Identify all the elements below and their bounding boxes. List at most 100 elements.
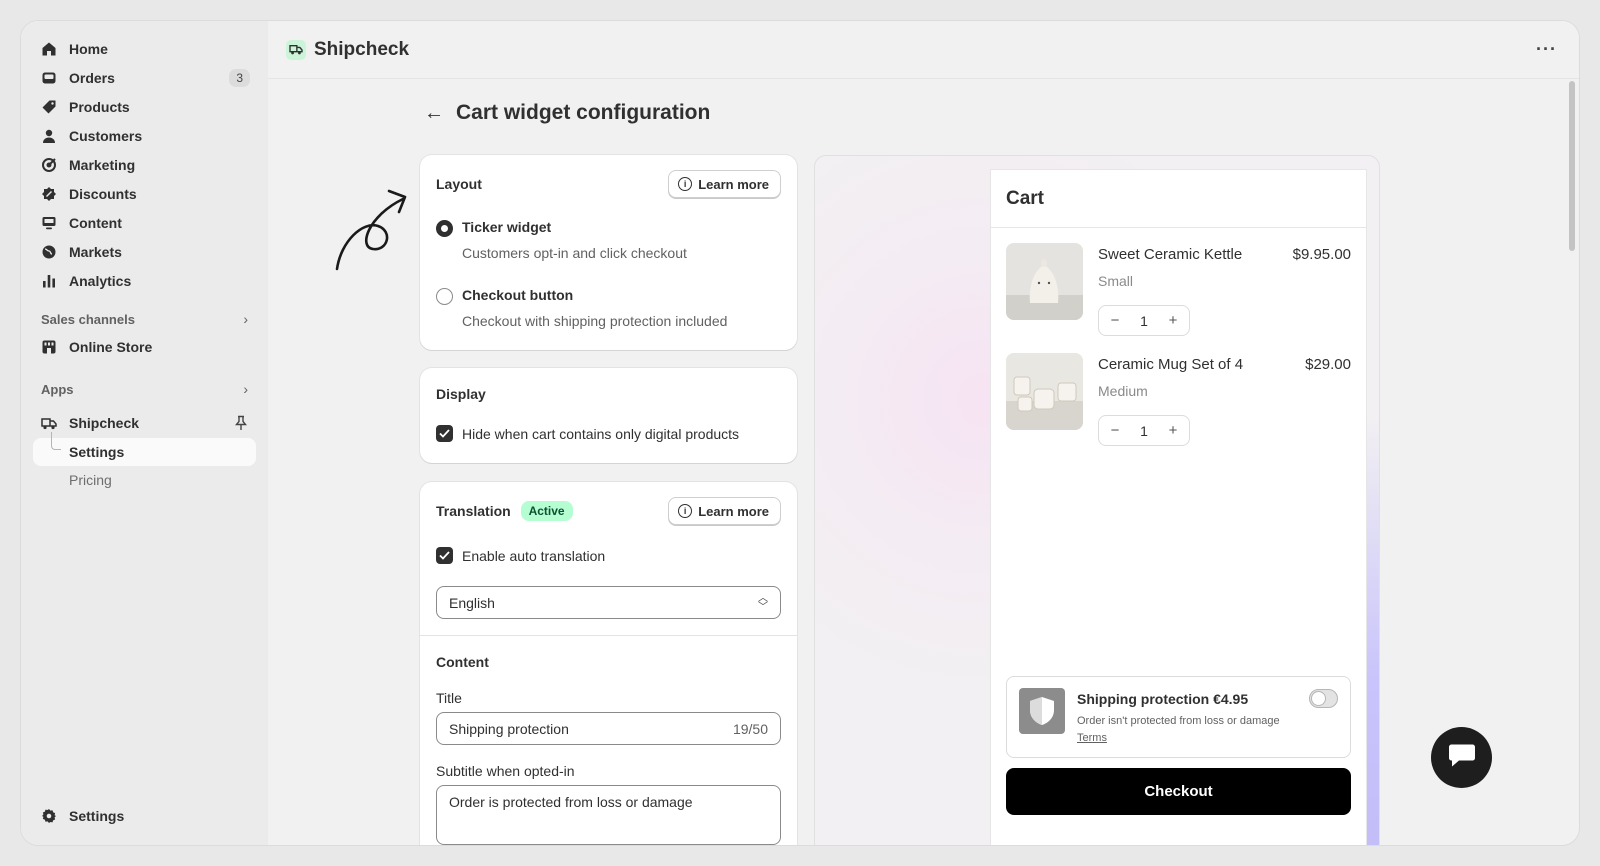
item-price: $29.00 [1305,356,1351,373]
product-image-kettle [1006,243,1083,320]
sales-channels-label: Sales channels [41,311,135,327]
app-title: Shipcheck [314,38,410,60]
checkbox-label: Enable auto translation [462,547,606,564]
item-variant: Medium [1098,383,1148,399]
title-input-value: Shipping protection [449,720,569,737]
home-icon [41,41,57,57]
item-name: Sweet Ceramic Kettle [1098,246,1243,263]
sidebar-item-customers[interactable]: Customers [33,122,256,150]
tree-connector [51,432,61,450]
sidebar-item-label: Discounts [69,186,137,202]
sidebar-item-label: Customers [69,128,143,144]
sidebar-item-settings[interactable]: Settings [33,802,256,830]
scrollbar[interactable] [1569,81,1575,841]
title-field-label: Title [436,690,462,706]
target-icon [41,157,57,173]
cart-title: Cart [991,170,1366,228]
sidebar-item-markets[interactable]: Markets [33,238,256,266]
status-badge: Active [520,501,573,521]
subtitle-textarea[interactable]: Order is protected from loss or damage [436,785,781,845]
apps-label: Apps [41,381,74,397]
checkout-button[interactable]: Checkout [1006,768,1351,815]
plus-icon[interactable]: + [1166,312,1180,329]
truck-icon [41,415,57,431]
sidebar-item-label: Orders [69,70,115,86]
cart-item: Ceramic Mug Set of 4 Medium $29.00 − 1 + [1006,353,1351,446]
truck-icon [286,39,306,60]
cart-item: Sweet Ceramic Kettle Small $9.95.00 − 1 … [1006,243,1351,336]
sales-channels-header[interactable]: Sales channels › [33,305,256,333]
store-icon [41,339,57,355]
checkbox-checked[interactable] [436,547,453,564]
option-description: Customers opt-in and click checkout [462,245,687,261]
protection-toggle[interactable] [1309,689,1338,708]
terms-link[interactable]: Terms [1077,732,1107,744]
title-input[interactable]: Shipping protection 19/50 [436,712,781,745]
chat-icon [1447,743,1477,772]
protection-title: Shipping protection €4.95 [1077,691,1249,707]
auto-translation-checkbox-row[interactable]: Enable auto translation [436,547,605,564]
sidebar-subitem-settings[interactable]: Settings [33,432,256,466]
person-icon [41,128,57,144]
sidebar-subitem-pricing[interactable]: Pricing [33,466,256,494]
select-chevrons-icon: ︿ ﹀ [758,593,768,613]
plus-icon[interactable]: + [1166,422,1180,439]
sidebar-item-content[interactable]: Content [33,209,256,237]
monitor-icon [41,215,57,231]
app-frame: Home Orders 3 Products Customers Marketi… [20,20,1580,846]
translation-card-header: Translation Active [436,501,573,521]
translation-learn-more-button[interactable]: i Learn more [668,497,781,525]
chat-button[interactable] [1431,727,1492,788]
layout-learn-more-button[interactable]: i Learn more [668,170,781,198]
info-icon: i [678,504,693,518]
bar-chart-icon [41,273,57,289]
sidebar-item-home[interactable]: Home [33,35,256,63]
quantity-stepper: − 1 + [1098,415,1190,446]
shield-icon [1019,688,1065,734]
subtitle-textarea-value: Order is protected from loss or damage [449,794,693,810]
layout-option-checkout-button[interactable]: Checkout button Checkout with shipping p… [436,287,727,329]
shipping-protection-widget: Shipping protection €4.95 Order isn't pr… [1006,676,1351,758]
curly-arrow-icon [335,189,407,271]
sidebar-subitem-label: Settings [69,444,125,460]
toggle-knob [1312,692,1325,705]
sidebar-item-marketing[interactable]: Marketing [33,151,256,179]
top-bar: Shipcheck ··· [268,21,1579,79]
sidebar-item-orders[interactable]: Orders 3 [33,64,256,92]
protection-subtitle: Order isn't protected from loss or damag… [1077,715,1280,727]
back-arrow-icon[interactable]: ← [424,102,444,125]
radio-checkout-button[interactable] [436,288,453,305]
sidebar-item-analytics[interactable]: Analytics [33,267,256,295]
layout-option-ticker[interactable]: Ticker widget Customers opt-in and click… [436,219,687,261]
apps-header[interactable]: Apps › [33,375,256,403]
globe-icon [41,244,57,260]
checkbox-label: Hide when cart contains only digital pro… [462,425,740,442]
minus-icon[interactable]: − [1108,312,1122,329]
product-image-mugs [1006,353,1083,430]
layout-card-title: Layout [436,176,482,192]
radio-ticker-widget[interactable] [436,220,453,237]
inbox-icon [41,70,57,86]
subtitle-field-label: Subtitle when opted-in [436,763,575,779]
item-name: Ceramic Mug Set of 4 [1098,356,1244,373]
discount-icon [41,186,57,202]
language-select-value: English [449,594,495,611]
sidebar-item-discounts[interactable]: Discounts [33,180,256,208]
learn-more-label: Learn more [698,176,769,192]
sidebar-item-products[interactable]: Products [33,93,256,121]
sidebar-item-shipcheck[interactable]: Shipcheck [33,409,256,437]
more-actions-button[interactable]: ··· [1536,39,1557,60]
sidebar-item-online-store[interactable]: Online Store [33,333,256,361]
minus-icon[interactable]: − [1108,422,1122,439]
pin-icon[interactable] [234,415,248,434]
checkbox-checked[interactable] [436,425,453,442]
character-counter: 19/50 [732,720,768,737]
sidebar-item-label: Online Store [69,339,153,355]
learn-more-label: Learn more [698,503,769,519]
sidebar-item-label: Markets [69,244,122,260]
sidebar-item-label: Products [69,99,130,115]
hide-digital-checkbox-row[interactable]: Hide when cart contains only digital pro… [436,425,739,442]
divider [420,635,797,636]
language-select[interactable]: English ︿ ﹀ [436,586,781,619]
scrollbar-thumb[interactable] [1569,81,1575,251]
